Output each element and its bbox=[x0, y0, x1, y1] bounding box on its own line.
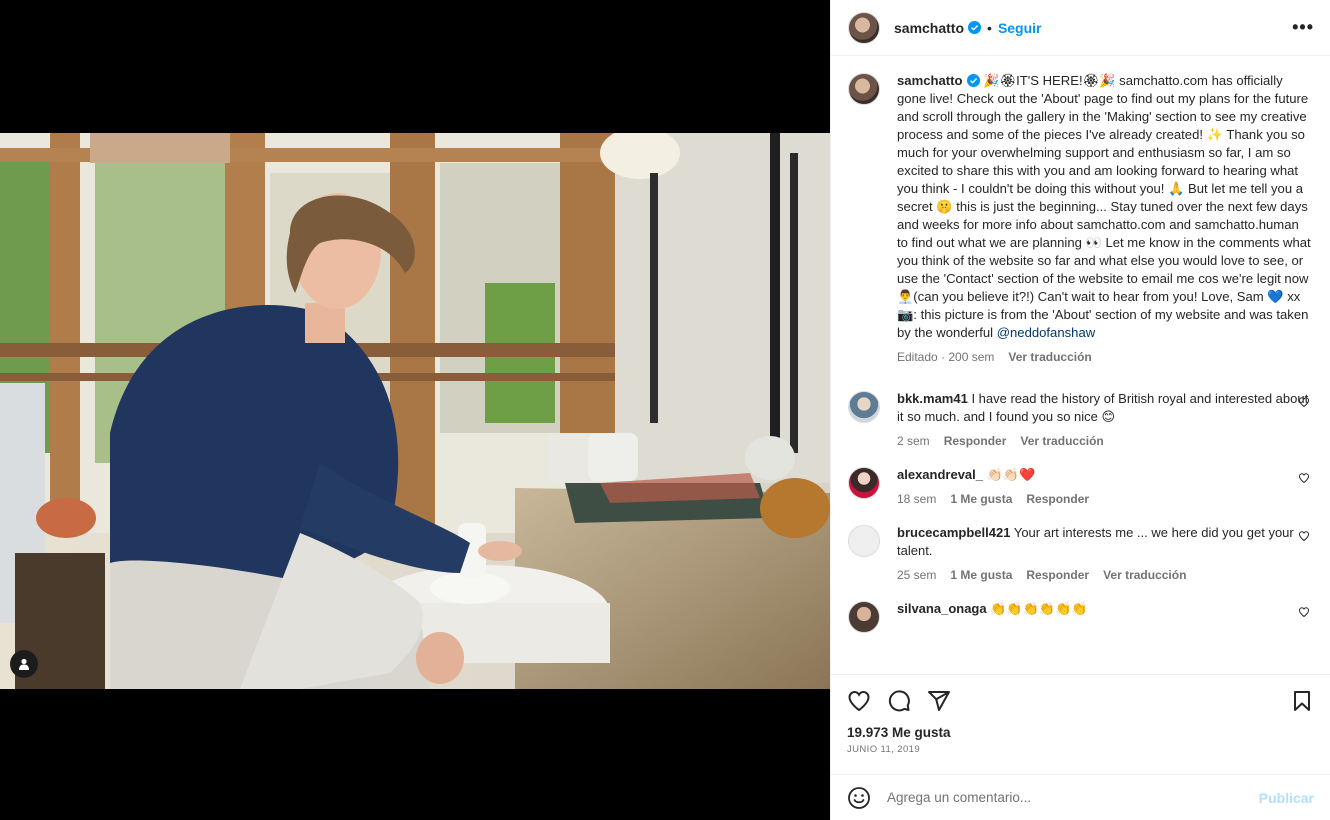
author-avatar[interactable] bbox=[848, 11, 880, 44]
comment-input[interactable] bbox=[887, 790, 1249, 805]
comment-username[interactable]: silvana_onaga bbox=[897, 601, 987, 616]
follow-button[interactable]: Seguir bbox=[998, 20, 1042, 36]
comment-item: alexandreval_ 👏🏻👏🏻❤️ 18 sem 1 Me gusta R… bbox=[848, 466, 1312, 508]
emoji-icon[interactable] bbox=[847, 786, 871, 810]
comment-like-heart-icon[interactable] bbox=[1298, 606, 1310, 618]
pottery-photo-illustration bbox=[0, 133, 830, 689]
likes-count[interactable]: 19.973 Me gusta bbox=[847, 725, 1314, 740]
author-username[interactable]: samchatto bbox=[894, 20, 964, 36]
caption-edited: Editado · 200 sem bbox=[897, 350, 995, 364]
reply-button[interactable]: Responder bbox=[1026, 490, 1089, 508]
comment-username[interactable]: bkk.mam41 bbox=[897, 391, 968, 406]
caption: samchatto 🎉🏵IT'S HERE!🏵🎉 samchatto.com h… bbox=[848, 72, 1312, 374]
caption-translate-link[interactable]: Ver traducción bbox=[1008, 348, 1091, 366]
like-heart-icon[interactable] bbox=[847, 689, 871, 713]
comment-like-heart-icon[interactable] bbox=[1298, 396, 1310, 408]
caption-username[interactable]: samchatto bbox=[897, 73, 963, 88]
caption-text: samchatto 🎉🏵IT'S HERE!🏵🎉 samchatto.com h… bbox=[897, 72, 1312, 342]
comment-username[interactable]: brucecampbell421 bbox=[897, 525, 1010, 540]
user-icon bbox=[19, 658, 29, 670]
comment-item: bkk.mam41 I have read the history of Bri… bbox=[848, 390, 1312, 450]
comment-like-heart-icon[interactable] bbox=[1298, 472, 1310, 484]
add-comment-bar: Publicar bbox=[831, 774, 1330, 820]
comment-avatar[interactable] bbox=[848, 391, 880, 423]
comment-time: 18 sem bbox=[897, 492, 937, 506]
caption-avatar[interactable] bbox=[848, 73, 880, 105]
save-bookmark-icon[interactable] bbox=[1290, 689, 1314, 713]
comment-avatar[interactable] bbox=[848, 467, 880, 499]
comment-likes[interactable]: 1 Me gusta bbox=[950, 566, 1012, 584]
comment-text: 👏🏻👏🏻❤️ bbox=[986, 467, 1036, 482]
more-options-button[interactable]: ••• bbox=[1292, 17, 1314, 38]
share-paper-plane-icon[interactable] bbox=[927, 689, 951, 713]
mention-link[interactable]: @neddofanshaw bbox=[997, 325, 1095, 340]
caption-meta: Editado · 200 sem Ver traducción bbox=[897, 348, 1312, 366]
comment-bubble-icon[interactable] bbox=[887, 689, 911, 713]
comment-time: 2 sem bbox=[897, 434, 930, 448]
post-actions: 19.973 Me gusta JUNIO 11, 2019 bbox=[831, 674, 1330, 774]
comments-list[interactable]: samchatto 🎉🏵IT'S HERE!🏵🎉 samchatto.com h… bbox=[831, 56, 1330, 674]
comment-item: silvana_onaga 👏👏👏👏👏👏 bbox=[848, 600, 1312, 633]
verified-badge-icon bbox=[966, 74, 980, 87]
comment-avatar[interactable] bbox=[848, 525, 880, 557]
comment-likes[interactable]: 1 Me gusta bbox=[950, 490, 1012, 508]
translate-link[interactable]: Ver traducción bbox=[1103, 566, 1186, 584]
publish-button[interactable]: Publicar bbox=[1259, 790, 1314, 806]
comment-username[interactable]: alexandreval_ bbox=[897, 467, 983, 482]
post-sidebar: samchatto • Seguir ••• samchatto 🎉🏵IT'S … bbox=[830, 0, 1330, 820]
comment-avatar[interactable] bbox=[848, 601, 880, 633]
post-date[interactable]: JUNIO 11, 2019 bbox=[847, 744, 1314, 755]
comment-time: 25 sem bbox=[897, 568, 937, 582]
tagged-users-button[interactable] bbox=[10, 650, 38, 678]
post-header: samchatto • Seguir ••• bbox=[831, 0, 1330, 56]
comment-item: brucecampbell421 Your art interests me .… bbox=[848, 524, 1312, 584]
separator-dot: • bbox=[987, 19, 992, 36]
comment-like-heart-icon[interactable] bbox=[1298, 530, 1310, 542]
post-photo[interactable] bbox=[0, 133, 830, 689]
translate-link[interactable]: Ver traducción bbox=[1020, 432, 1103, 450]
reply-button[interactable]: Responder bbox=[1026, 566, 1089, 584]
caption-body: 🎉🏵IT'S HERE!🏵🎉 samchatto.com has officia… bbox=[897, 73, 1311, 340]
post-media bbox=[0, 0, 830, 820]
comment-text: 👏👏👏👏👏👏 bbox=[990, 601, 1088, 616]
reply-button[interactable]: Responder bbox=[944, 432, 1007, 450]
verified-badge-icon bbox=[968, 21, 982, 34]
